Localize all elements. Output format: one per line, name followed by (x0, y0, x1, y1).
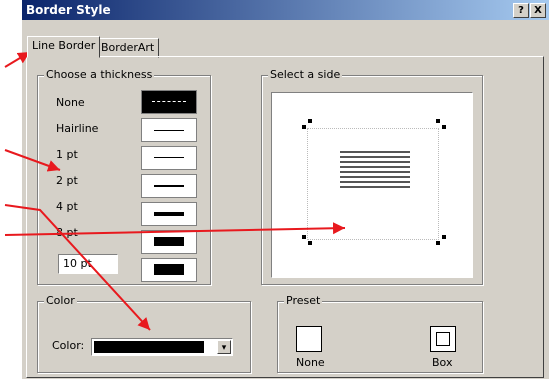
preset-box-label: Box (432, 356, 453, 369)
corner-marker (442, 235, 446, 239)
corner-marker (436, 241, 440, 245)
preset-none-button[interactable] (296, 326, 322, 352)
title-bar: Border Style ? X (22, 0, 549, 20)
swatch-8pt[interactable] (141, 230, 197, 254)
color-swatch (94, 341, 204, 353)
thickness-hairline[interactable]: Hairline (56, 122, 98, 135)
tab-borderart[interactable]: BorderArt (96, 38, 160, 58)
preset-none-label: None (296, 356, 325, 369)
swatch-1pt[interactable] (141, 146, 197, 170)
border-style-dialog: Border Style ? X Line Border BorderArt C… (22, 0, 549, 379)
tab-panel: Choose a thickness None Hairline 1 pt 2 … (26, 56, 544, 378)
page-outline (307, 128, 439, 240)
select-side-group: Select a side (261, 68, 483, 285)
color-group: Color Color: ▾ (37, 294, 251, 373)
preset-group: Preset None Box (277, 294, 483, 373)
close-button[interactable]: X (530, 3, 546, 18)
thickness-4pt[interactable]: 4 pt (56, 200, 78, 213)
corner-marker (436, 119, 440, 123)
swatch-4pt[interactable] (141, 202, 197, 226)
text-line (340, 156, 410, 158)
corner-marker (302, 125, 306, 129)
swatch-hairline[interactable] (141, 118, 197, 142)
text-line (340, 161, 410, 163)
preset-box-button[interactable] (430, 326, 456, 352)
corner-marker (308, 241, 312, 245)
text-line (340, 176, 410, 178)
tab-line-border[interactable]: Line Border (27, 36, 101, 58)
corner-marker (308, 119, 312, 123)
text-line (340, 181, 410, 183)
select-side-label: Select a side (268, 68, 343, 81)
preset-group-label: Preset (284, 294, 323, 307)
thickness-2pt[interactable]: 2 pt (56, 174, 78, 187)
help-button[interactable]: ? (513, 3, 529, 18)
swatch-none[interactable] (141, 90, 197, 114)
thickness-1pt[interactable]: 1 pt (56, 148, 78, 161)
color-dropdown[interactable]: ▾ (91, 338, 233, 356)
swatch-10pt[interactable] (141, 258, 197, 282)
custom-thickness-input[interactable]: 10 pt (58, 254, 118, 274)
text-line (340, 151, 410, 153)
color-field-label: Color: (52, 339, 85, 352)
thickness-group: Choose a thickness None Hairline 1 pt 2 … (37, 68, 211, 286)
thickness-group-label: Choose a thickness (44, 68, 155, 81)
thickness-none[interactable]: None (56, 96, 85, 109)
corner-marker (302, 235, 306, 239)
dialog-title: Border Style (26, 3, 111, 17)
box-inner (436, 332, 450, 346)
chevron-down-icon[interactable]: ▾ (217, 340, 231, 354)
swatch-2pt[interactable] (141, 174, 197, 198)
color-group-label: Color (44, 294, 77, 307)
text-line (340, 186, 410, 188)
thickness-swatches (141, 90, 197, 286)
side-preview[interactable] (271, 92, 473, 278)
text-line (340, 171, 410, 173)
corner-marker (442, 125, 446, 129)
text-line (340, 166, 410, 168)
thickness-8pt[interactable]: 8 pt (56, 226, 78, 239)
